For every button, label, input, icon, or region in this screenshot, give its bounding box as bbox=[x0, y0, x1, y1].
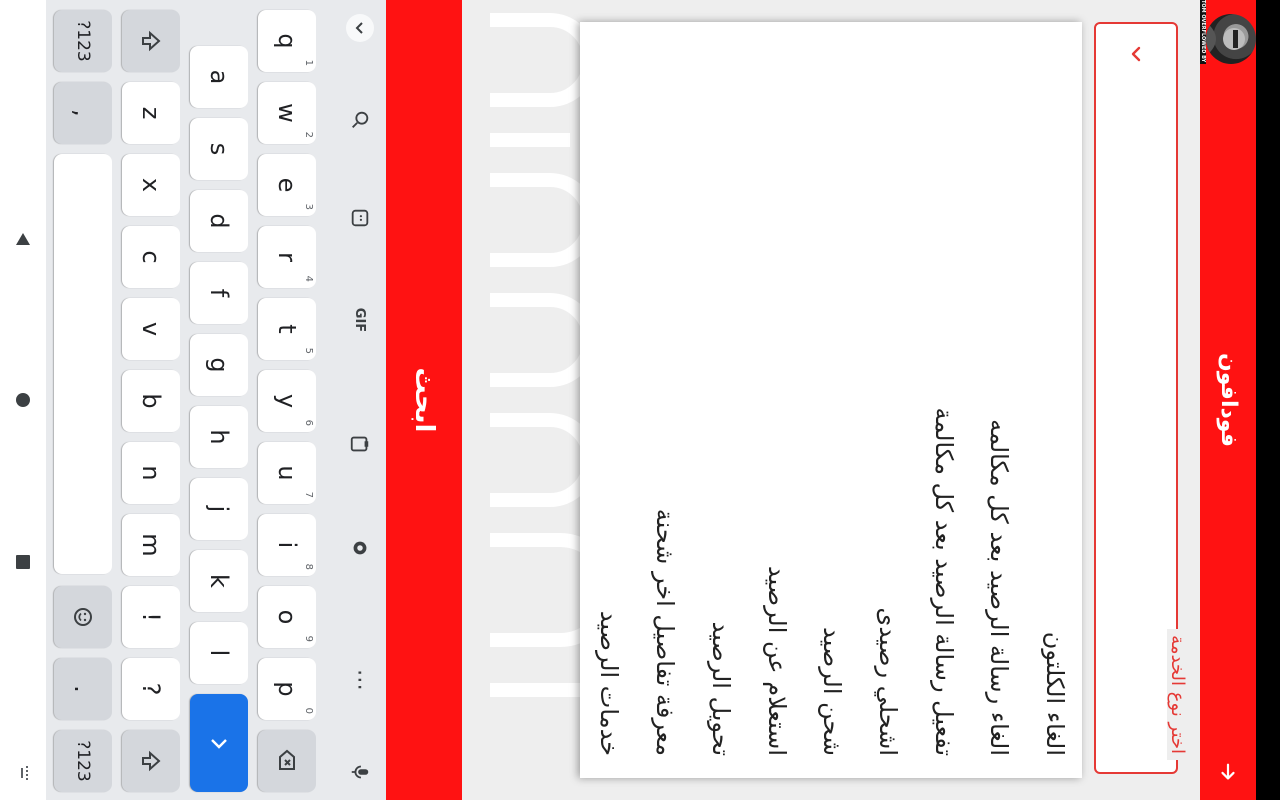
back-button[interactable] bbox=[1208, 752, 1248, 792]
key-y[interactable]: 6y bbox=[258, 370, 316, 432]
emoji-icon bbox=[74, 608, 92, 626]
key-question[interactable]: ? bbox=[122, 658, 180, 720]
dropdown-label: اختر نوع الخدمة bbox=[1167, 629, 1188, 760]
key-t[interactable]: 5t bbox=[258, 298, 316, 360]
key-i[interactable]: 8i bbox=[258, 514, 316, 576]
menu-item[interactable]: تفعيل رسالة الرصيد بعد كل مكالمة bbox=[915, 22, 971, 778]
key-b[interactable]: b bbox=[122, 370, 180, 432]
key-s[interactable]: s bbox=[190, 118, 248, 180]
key-v[interactable]: v bbox=[122, 298, 180, 360]
spacebar[interactable] bbox=[54, 154, 112, 574]
key-period[interactable]: . bbox=[54, 658, 112, 720]
page-title: فودافون bbox=[1216, 352, 1241, 447]
key-e[interactable]: 3e bbox=[258, 154, 316, 216]
menu-item[interactable]: تحويل الرصيد bbox=[692, 22, 748, 778]
shift-icon bbox=[142, 30, 161, 52]
key-c[interactable]: c bbox=[122, 226, 180, 288]
key-n[interactable]: n bbox=[122, 442, 180, 504]
vodafone-watermark-icon bbox=[490, 13, 590, 697]
key-z[interactable]: z bbox=[122, 82, 180, 144]
menu-item[interactable]: معرفة تفاصيل اخر شحنة bbox=[637, 22, 693, 778]
menu-item[interactable]: خدمات الرصيد bbox=[581, 22, 637, 778]
back-triangle-icon bbox=[16, 233, 30, 245]
more-options-icon[interactable]: ⋯ bbox=[340, 660, 380, 700]
chevron-right-icon bbox=[211, 739, 227, 749]
keyboard-grid-icon bbox=[21, 766, 28, 780]
menu-item[interactable]: الغاء رسالة الرصيد بعد كل مكالمه bbox=[971, 22, 1027, 778]
backspace-icon bbox=[279, 749, 295, 770]
key-a[interactable]: a bbox=[190, 46, 248, 108]
key-k[interactable]: k bbox=[190, 550, 248, 612]
key-o[interactable]: 9o bbox=[258, 586, 316, 648]
keyboard-toolbar: GIF ⋯ bbox=[334, 0, 386, 800]
menu-item[interactable]: استعلام عن الرصيد bbox=[748, 22, 804, 778]
gear-icon[interactable] bbox=[340, 528, 380, 568]
collapse-keyboard-button[interactable] bbox=[340, 8, 380, 48]
nav-recents-button[interactable] bbox=[10, 549, 36, 575]
emoji-key[interactable] bbox=[54, 586, 112, 648]
content-area: اختر نوع الخدمة الغاء الكلتون الغاء رسال… bbox=[462, 0, 1200, 800]
enter-key[interactable] bbox=[190, 694, 248, 792]
key-comma[interactable]: , bbox=[54, 82, 112, 144]
app-bar: TOM OVERFLOWED BY 11 PIXELS فودافون bbox=[1200, 0, 1256, 800]
key-exclamation[interactable]: ! bbox=[122, 586, 180, 648]
backspace-key[interactable] bbox=[258, 730, 316, 792]
system-navigation-bar bbox=[0, 0, 46, 800]
key-f[interactable]: f bbox=[190, 262, 248, 324]
service-options-menu: الغاء الكلتون الغاء رسالة الرصيد بعد كل … bbox=[580, 22, 1082, 778]
recents-square-icon bbox=[16, 555, 30, 569]
gif-button[interactable]: GIF bbox=[340, 300, 380, 340]
search-icon[interactable] bbox=[340, 100, 380, 140]
chevron-down-icon bbox=[346, 14, 374, 42]
chevron-down-icon bbox=[1131, 46, 1141, 62]
key-j[interactable]: j bbox=[190, 478, 248, 540]
nav-back-button[interactable] bbox=[10, 226, 36, 252]
screen: TOM OVERFLOWED BY 11 PIXELS فودافون اختر… bbox=[0, 0, 1280, 800]
key-x[interactable]: x bbox=[122, 154, 180, 216]
shift-key-left[interactable] bbox=[122, 10, 180, 72]
search-button[interactable]: ابحث bbox=[386, 0, 462, 800]
key-p[interactable]: 0p bbox=[258, 658, 316, 720]
arrow-forward-icon bbox=[1221, 763, 1235, 780]
key-u[interactable]: 7u bbox=[258, 442, 316, 504]
symbols-key-left[interactable]: ?123 bbox=[54, 10, 112, 72]
menu-item[interactable]: الغاء الكلتون bbox=[1026, 22, 1082, 778]
keyboard-switch-button[interactable] bbox=[10, 760, 36, 786]
microphone-icon[interactable] bbox=[340, 752, 380, 792]
key-d[interactable]: d bbox=[190, 190, 248, 252]
menu-item[interactable]: اشحلي رصيدى bbox=[859, 22, 915, 778]
menu-item[interactable]: شحن الرصيد bbox=[804, 22, 860, 778]
on-screen-keyboard: GIF ⋯ 1q 2w 3e 4r 5t 6y 7u 8i 9o 0p a s bbox=[46, 0, 386, 800]
clipboard-icon[interactable] bbox=[340, 424, 380, 464]
shift-key-right[interactable] bbox=[122, 730, 180, 792]
symbols-key-right[interactable]: ?123 bbox=[54, 730, 112, 792]
key-h[interactable]: h bbox=[190, 406, 248, 468]
key-m[interactable]: m bbox=[122, 514, 180, 576]
status-bar bbox=[1256, 0, 1280, 800]
key-l[interactable]: l bbox=[190, 622, 248, 684]
key-w[interactable]: 2w bbox=[258, 82, 316, 144]
sticker-icon[interactable] bbox=[340, 198, 380, 238]
key-g[interactable]: g bbox=[190, 334, 248, 396]
service-type-dropdown[interactable]: اختر نوع الخدمة bbox=[1094, 22, 1188, 774]
nav-home-button[interactable] bbox=[10, 387, 36, 413]
home-circle-icon bbox=[16, 393, 30, 407]
key-q[interactable]: 1q bbox=[258, 10, 316, 72]
key-r[interactable]: 4r bbox=[258, 226, 316, 288]
shift-icon bbox=[142, 750, 161, 772]
